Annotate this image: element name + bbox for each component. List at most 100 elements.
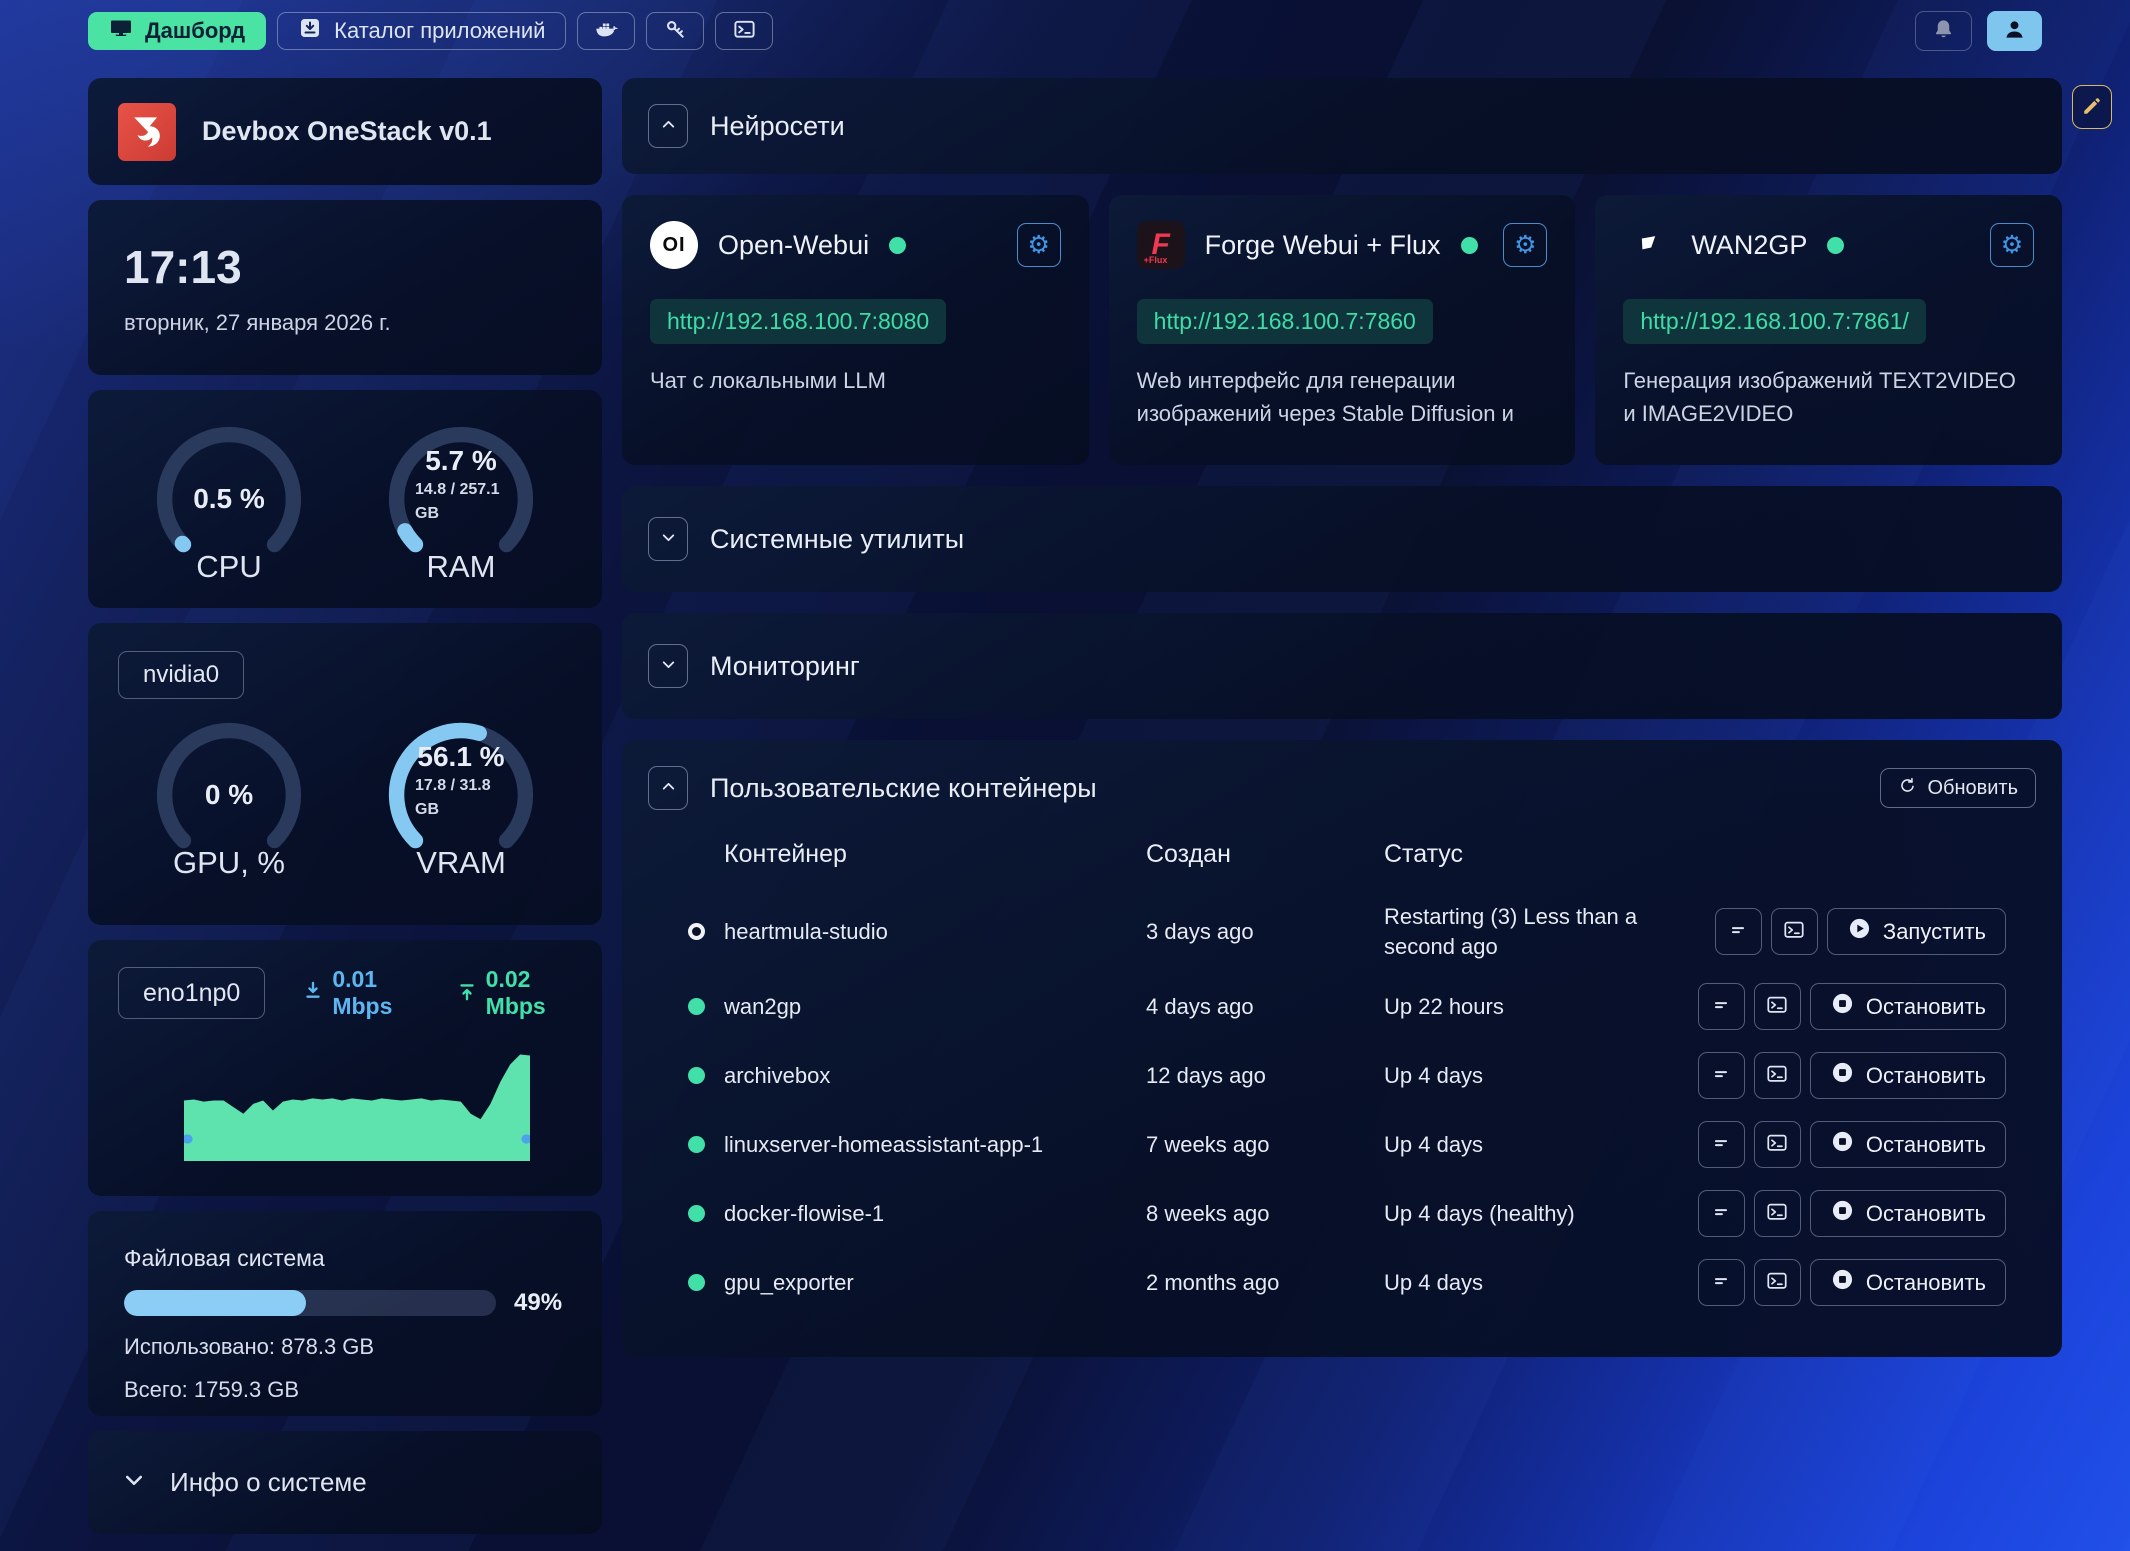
cpu-label: CPU — [145, 549, 313, 585]
container-created: 4 days ago — [1146, 994, 1384, 1020]
vram-gauge: 56.1 % 17.8 / 31.8 GB VRAM — [377, 711, 545, 879]
gear-icon: ⚙ — [2001, 230, 2023, 260]
container-status-dot — [688, 1136, 705, 1153]
container-status-dot — [688, 998, 705, 1015]
container-status-dot — [688, 1205, 705, 1222]
app-name: WAN2GP — [1691, 230, 1807, 261]
terminal-icon — [1766, 1063, 1788, 1088]
container-actions: Остановить — [1686, 983, 2006, 1030]
ram-detail: 14.8 / 257.1 — [415, 479, 500, 501]
container-action-label: Остановить — [1866, 1132, 1986, 1158]
container-name: docker-flowise-1 — [724, 1201, 1146, 1227]
container-row: linuxserver-homeassistant-app-1 7 weeks … — [688, 1110, 2006, 1179]
section-utilities-title: Системные утилиты — [710, 524, 964, 555]
stop-circle-icon — [1830, 991, 1855, 1022]
column-name: Контейнер — [724, 840, 1146, 869]
container-action-button[interactable]: Остановить — [1810, 1190, 2006, 1237]
container-created: 7 weeks ago — [1146, 1132, 1384, 1158]
app-status-dot — [1827, 237, 1844, 254]
dashboard-tab[interactable]: Дашборд — [88, 12, 266, 50]
container-created: 2 months ago — [1146, 1270, 1384, 1296]
ram-label: RAM — [377, 549, 545, 585]
app-settings-button[interactable]: ⚙ — [1990, 223, 2034, 267]
container-action-button[interactable]: Остановить — [1810, 1121, 2006, 1168]
container-logs-button[interactable] — [1698, 1259, 1745, 1306]
container-terminal-button[interactable] — [1771, 908, 1818, 955]
app-card[interactable]: WAN2GP ⚙ http://192.168.100.7:7861/ Гене… — [1595, 195, 2062, 465]
brand-logo-icon — [118, 103, 176, 161]
app-card[interactable]: F+Flux Forge Webui + Flux ⚙ http://192.1… — [1109, 195, 1576, 465]
app-name: Open-Webui — [718, 230, 869, 261]
terminal-button[interactable] — [715, 12, 773, 50]
app-status-dot — [1461, 237, 1478, 254]
container-action-button[interactable]: Остановить — [1810, 983, 2006, 1030]
container-action-button[interactable]: Остановить — [1810, 1052, 2006, 1099]
app-settings-button[interactable]: ⚙ — [1503, 223, 1547, 267]
neural-collapse-button[interactable] — [648, 104, 688, 148]
app-description: Генерация изображений TEXT2VIDEO и IMAGE… — [1623, 364, 2034, 430]
refresh-icon — [1898, 776, 1917, 801]
column-status: Статус — [1384, 840, 1686, 869]
container-status-dot — [688, 923, 705, 940]
container-actions: Остановить — [1686, 1259, 2006, 1306]
container-terminal-button[interactable] — [1754, 1190, 1801, 1237]
gpu-card: nvidia0 0 % GPU, % 56.1 % 17.8 / 31.8 GB — [88, 623, 602, 925]
gear-icon: ⚙ — [1027, 230, 1049, 260]
section-utilities-header: Системные утилиты — [622, 486, 2062, 592]
vram-unit: GB — [415, 799, 439, 821]
terminal-icon — [733, 18, 756, 44]
container-status-dot — [688, 1274, 705, 1291]
chevron-down-icon — [660, 529, 677, 549]
chevron-down-icon — [660, 656, 677, 676]
container-logs-button[interactable] — [1698, 983, 1745, 1030]
edit-button[interactable] — [2072, 85, 2112, 129]
container-action-button[interactable]: Остановить — [1810, 1259, 2006, 1306]
gpu-usage-gauge: 0 % GPU, % — [145, 711, 313, 879]
stop-circle-icon — [1830, 1267, 1855, 1298]
app-catalog-tab[interactable]: Каталог приложений — [277, 12, 566, 50]
container-status: Up 4 days (healthy) — [1384, 1199, 1686, 1229]
docker-button[interactable] — [577, 12, 635, 50]
filesystem-used: Использовано: 878.3 GB — [124, 1334, 566, 1360]
filesystem-progress-fill — [124, 1290, 306, 1316]
user-button[interactable] — [1987, 11, 2042, 51]
app-status-dot — [889, 237, 906, 254]
container-terminal-button[interactable] — [1754, 1121, 1801, 1168]
container-logs-button[interactable] — [1698, 1190, 1745, 1237]
refresh-button[interactable]: Обновить — [1880, 768, 2036, 808]
container-logs-button[interactable] — [1715, 908, 1762, 955]
container-action-button[interactable]: Запустить — [1827, 908, 2006, 955]
chevron-up-icon — [660, 778, 677, 798]
containers-collapse-button[interactable] — [648, 766, 688, 810]
notifications-button[interactable] — [1915, 11, 1972, 51]
container-terminal-button[interactable] — [1754, 983, 1801, 1030]
layout: Devbox OneStack v0.1 17:13 вторник, 27 я… — [0, 52, 2130, 1534]
app-url-chip[interactable]: http://192.168.100.7:7861/ — [1623, 299, 1926, 344]
topbar: Дашборд Каталог приложений — [0, 0, 2130, 52]
logs-icon — [1710, 1201, 1732, 1226]
containers-table: Контейнер Создан Статус heartmula-studio… — [688, 840, 2006, 1317]
container-logs-button[interactable] — [1698, 1052, 1745, 1099]
key-button[interactable] — [646, 12, 704, 50]
utilities-expand-button[interactable] — [648, 517, 688, 561]
wan2gp-logo — [1623, 221, 1671, 269]
network-chart — [184, 1042, 530, 1164]
container-logs-button[interactable] — [1698, 1121, 1745, 1168]
container-action-label: Запустить — [1883, 919, 1986, 945]
container-terminal-button[interactable] — [1754, 1052, 1801, 1099]
upload-arrow-icon — [457, 980, 477, 1007]
app-card[interactable]: OI Open-Webui ⚙ http://192.168.100.7:808… — [622, 195, 1089, 465]
container-created: 3 days ago — [1146, 919, 1384, 945]
container-created: 8 weeks ago — [1146, 1201, 1384, 1227]
monitoring-expand-button[interactable] — [648, 644, 688, 688]
app-settings-button[interactable]: ⚙ — [1017, 223, 1061, 267]
app-url-chip[interactable]: http://192.168.100.7:7860 — [1137, 299, 1433, 344]
logs-icon — [1710, 1132, 1732, 1157]
filesystem-total: Всего: 1759.3 GB — [124, 1377, 566, 1403]
container-name: heartmula-studio — [724, 919, 1146, 945]
container-terminal-button[interactable] — [1754, 1259, 1801, 1306]
system-info-toggle[interactable]: Инфо о системе — [88, 1431, 602, 1534]
logs-icon — [1710, 1270, 1732, 1295]
app-url-chip[interactable]: http://192.168.100.7:8080 — [650, 299, 946, 344]
topbar-right — [1915, 11, 2042, 51]
